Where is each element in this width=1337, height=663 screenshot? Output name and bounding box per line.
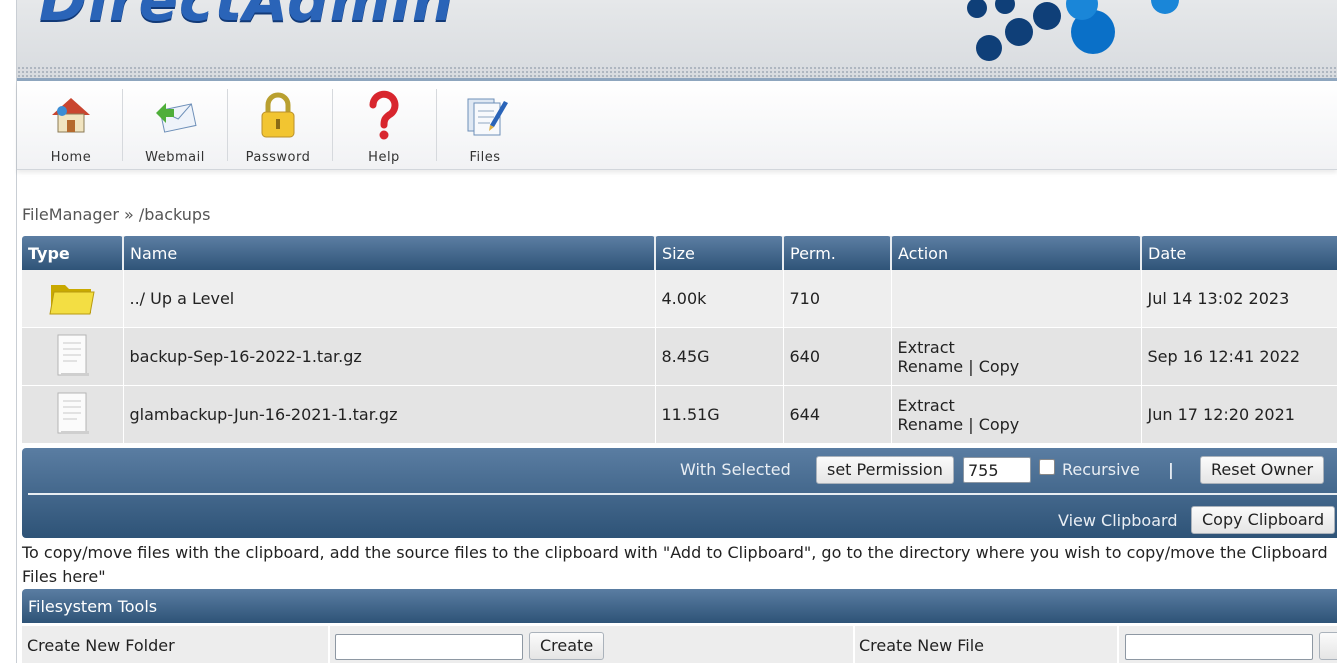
extract-link[interactable]: Extract <box>898 396 955 415</box>
file-size: 8.45G <box>655 327 784 386</box>
recursive-checkbox[interactable] <box>1039 459 1055 475</box>
toolbar: Home Webmail Password Help Files <box>17 81 1337 170</box>
cell-divider <box>853 626 855 663</box>
type-cell <box>22 270 124 328</box>
new-file-input[interactable] <box>1125 634 1313 660</box>
toolbar-label: Password <box>245 150 311 165</box>
create-file-label: Create New File <box>859 636 985 655</box>
file-size: 11.51G <box>655 385 784 444</box>
toolbar-label: Files <box>469 150 501 165</box>
file-date: Jun 17 12:20 2021 <box>1141 385 1337 444</box>
copy-link[interactable]: Copy <box>979 415 1020 434</box>
filesystem-tools-row: Create New Folder Create Create New File <box>22 626 1337 663</box>
banner-dots <box>17 66 1337 78</box>
column-header-action: Action <box>891 236 1142 270</box>
breadcrumb[interactable]: FileManager » /backups <box>22 205 210 224</box>
files-icon <box>467 98 508 136</box>
column-header-date[interactable]: Date <box>1141 236 1337 270</box>
file-actions: Extract Rename | Copy <box>891 327 1142 386</box>
house-icon <box>52 98 90 133</box>
with-selected-label: With Selected <box>680 460 791 479</box>
file-date: Jul 14 13:02 2023 <box>1141 270 1337 328</box>
file-perm[interactable]: 640 <box>783 327 892 386</box>
reset-owner-button[interactable]: Reset Owner <box>1200 456 1325 484</box>
question-mark-icon <box>369 90 399 140</box>
cell-divider <box>328 626 330 663</box>
copy-clipboard-button[interactable]: Copy Clipboard <box>1191 506 1336 534</box>
create-file-button[interactable] <box>1319 632 1337 660</box>
padlock-icon <box>261 92 295 138</box>
extract-link[interactable]: Extract <box>898 338 955 357</box>
file-icon[interactable] <box>55 333 90 377</box>
permission-input[interactable] <box>963 457 1031 483</box>
file-perm[interactable]: 710 <box>783 270 892 328</box>
folder-icon[interactable] <box>48 277 96 317</box>
selection-bar: With Selected set Permission Recursive |… <box>22 448 1337 538</box>
file-date: Sep 16 12:41 2022 <box>1141 327 1337 386</box>
rename-link[interactable]: Rename <box>898 357 964 376</box>
webmail-icon <box>156 103 197 133</box>
column-header-size[interactable]: Size <box>655 236 784 270</box>
recursive-label: Recursive <box>1062 460 1140 479</box>
view-clipboard-link[interactable]: View Clipboard <box>1058 511 1177 530</box>
toolbar-label: Webmail <box>145 150 205 165</box>
header-banner: DirectAdmin <box>17 0 1337 81</box>
column-header-perm[interactable]: Perm. <box>783 236 892 270</box>
copy-link[interactable]: Copy <box>979 357 1020 376</box>
toolbar-help[interactable]: Help <box>332 85 436 165</box>
toolbar-webmail[interactable]: Webmail <box>123 85 227 165</box>
create-folder-button[interactable]: Create <box>529 632 605 660</box>
file-name[interactable]: glambackup-Jun-16-2021-1.tar.gz <box>123 385 656 444</box>
filesystem-tools-header: Filesystem Tools <box>22 589 1337 623</box>
file-table: Type Name Size Perm. Action Date ../ Up … <box>22 236 1337 444</box>
file-icon[interactable] <box>55 391 90 435</box>
separator: | <box>1168 460 1174 479</box>
type-cell <box>22 327 124 386</box>
column-header-name[interactable]: Name <box>123 236 656 270</box>
toolbar-files[interactable]: Files <box>433 85 537 165</box>
filesystem-tools-title: Filesystem Tools <box>28 597 158 616</box>
column-header-type[interactable]: Type <box>22 236 124 270</box>
rename-link[interactable]: Rename <box>898 415 964 434</box>
type-cell <box>22 385 124 444</box>
toolbar-label: Help <box>368 150 400 165</box>
toolbar-label: Home <box>50 150 92 165</box>
logo[interactable]: DirectAdmin <box>39 0 454 34</box>
table-row[interactable]: ../ Up a Level 4.00k 710 Jul 14 13:02 20… <box>22 270 1337 328</box>
file-actions: Extract Rename | Copy <box>891 385 1142 444</box>
set-permission-button[interactable]: set Permission <box>816 456 954 484</box>
file-actions <box>891 270 1142 328</box>
create-folder-label: Create New Folder <box>27 636 175 655</box>
toolbar-home[interactable]: Home <box>19 85 123 165</box>
new-folder-input[interactable] <box>335 634 523 660</box>
clipboard-note: To copy/move files with the clipboard, a… <box>22 543 1328 586</box>
table-row[interactable]: glambackup-Jun-16-2021-1.tar.gz 11.51G 6… <box>22 385 1337 444</box>
selection-bar-divider <box>28 493 1337 495</box>
table-header-row: Type Name Size Perm. Action Date <box>22 236 1337 270</box>
toolbar-password[interactable]: Password <box>226 85 330 165</box>
file-name[interactable]: backup-Sep-16-2022-1.tar.gz <box>123 327 656 386</box>
file-perm[interactable]: 644 <box>783 385 892 444</box>
cell-divider <box>1117 626 1119 663</box>
file-name[interactable]: ../ Up a Level <box>123 270 656 328</box>
table-row[interactable]: backup-Sep-16-2022-1.tar.gz 8.45G 640 Ex… <box>22 327 1337 386</box>
file-size: 4.00k <box>655 270 784 328</box>
